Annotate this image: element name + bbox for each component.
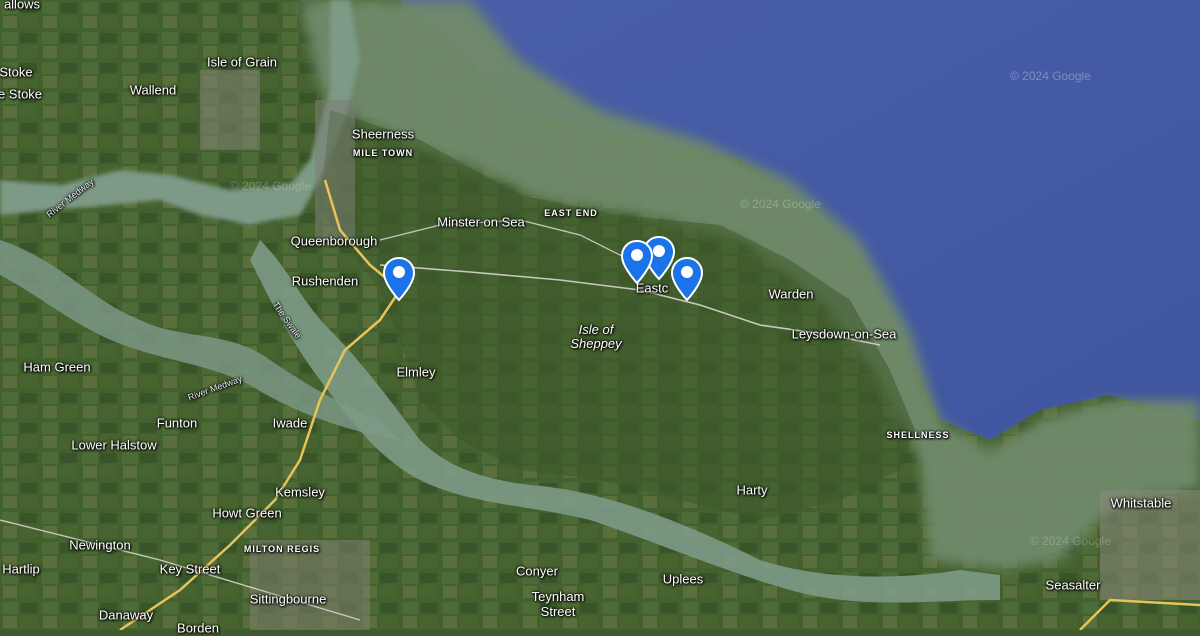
label-isle-of-sheppey: Isle of Sheppey: [570, 323, 621, 351]
label-borden: Borden: [177, 620, 219, 636]
label-uplees: Uplees: [662, 571, 704, 587]
marker-queenborough[interactable]: [382, 256, 416, 302]
label-whitstable: Whitstable: [1110, 495, 1172, 511]
label-lower-halstow: Lower Halstow: [71, 437, 157, 453]
label-teynham-line1: Teynham: [531, 589, 585, 604]
label-sheerness: Sheerness: [351, 126, 415, 142]
label-key-street: Key Street: [159, 561, 221, 577]
label-teynham: Teynham Street: [532, 589, 585, 619]
label-east-end: EAST END: [544, 208, 598, 218]
marker-eastchurch-2[interactable]: [620, 239, 654, 285]
map-pin-icon: [382, 256, 416, 302]
label-mile-town: MILE TOWN: [352, 148, 414, 158]
watermark-4: © 2024 Google: [1030, 534, 1111, 548]
map-pin-dot: [681, 266, 693, 278]
label-stoke: Stoke: [0, 64, 33, 80]
label-minster: Minster on Sea: [437, 214, 525, 230]
label-milton-regis: MILTON REGIS: [243, 544, 321, 554]
label-howt-green: Howt Green: [212, 505, 282, 521]
watermark-1: © 2024 Google: [1010, 69, 1091, 83]
map-pin-icon: [620, 239, 654, 285]
label-isle-of-grain: Isle of Grain: [206, 54, 278, 70]
map-pin-dot: [653, 245, 665, 257]
label-isle-of-sheppey-line1: Isle of: [578, 322, 614, 337]
label-elmley: Elmley: [396, 364, 436, 380]
label-shellness: SHELLNESS: [886, 430, 950, 440]
label-kemsley: Kemsley: [275, 484, 325, 500]
label-iwade: Iwade: [272, 415, 308, 431]
label-ham-green: Ham Green: [23, 359, 91, 375]
watermark-3: © 2024 Google: [230, 179, 311, 193]
label-teynham-line2: Street: [540, 604, 576, 619]
label-queenborough: Queenborough: [290, 233, 378, 249]
label-warden: Warden: [768, 286, 814, 302]
label-wallend: Wallend: [129, 82, 177, 98]
label-sittingbourne: Sittingbourne: [249, 591, 327, 607]
industrial-grain: [200, 70, 260, 150]
label-leysdown: Leysdown-on-Sea: [791, 326, 897, 342]
satellite-map[interactable]: © 2024 Google © 2024 Google © 2024 Googl…: [0, 0, 1200, 630]
label-funton: Funton: [156, 415, 198, 431]
watermark-2: © 2024 Google: [740, 197, 821, 211]
label-conyer: Conyer: [516, 563, 558, 579]
label-isle-of-sheppey-line2: Sheppey: [570, 336, 622, 351]
map-pin-icon: [670, 256, 704, 302]
marker-eastchurch-3[interactable]: [670, 256, 704, 302]
label-hallows: allows: [3, 0, 41, 12]
label-seasalter: Seasalter: [1045, 577, 1101, 593]
map-pin-dot: [393, 266, 405, 278]
town-sheerness: [315, 100, 355, 240]
label-harty: Harty: [736, 482, 768, 498]
label-hartlip: Hartlip: [2, 561, 40, 577]
label-newington: Newington: [69, 537, 131, 553]
label-danaway: Danaway: [98, 607, 154, 623]
label-rushenden: Rushenden: [291, 273, 359, 289]
map-pin-dot: [631, 249, 643, 261]
label-estoke: e Stoke: [0, 86, 43, 102]
